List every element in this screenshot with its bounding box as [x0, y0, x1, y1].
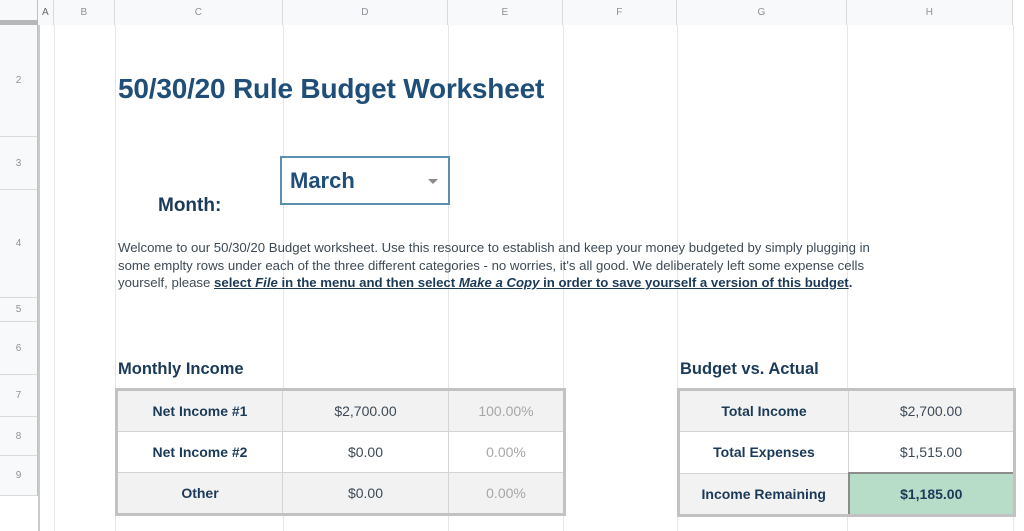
intro-italic-file: File — [255, 275, 278, 290]
column-header-d[interactable]: D — [283, 0, 448, 25]
grid-area[interactable]: 50/30/20 Rule Budget Worksheet Month: Ma… — [38, 25, 1024, 531]
income-amount-cell[interactable]: $0.00 — [282, 431, 449, 473]
income-label-cell[interactable]: Net Income #1 — [116, 389, 283, 432]
row-header-7[interactable]: 7 — [0, 375, 38, 417]
income-amount-cell[interactable]: $0.00 — [282, 472, 449, 515]
row-header-2[interactable]: 2 — [0, 25, 38, 137]
column-header-c[interactable]: C — [115, 0, 283, 25]
intro-line-2: some emplty rows under each of the three… — [118, 257, 865, 273]
month-dropdown-value: March — [290, 167, 355, 193]
row-header-8[interactable]: 8 — [0, 417, 38, 456]
chevron-down-icon[interactable] — [428, 179, 438, 184]
budget-label-cell[interactable]: Total Income — [678, 389, 849, 432]
income-label-cell[interactable]: Net Income #2 — [116, 431, 283, 473]
monthly-income-heading: Monthly Income — [118, 360, 244, 378]
table-row[interactable]: Net Income #2 $0.00 0.00% — [116, 431, 565, 473]
column-header-e[interactable]: E — [448, 0, 563, 25]
budget-vs-actual-table[interactable]: Total Income $2,700.00 Total Expenses $1,51… — [677, 388, 1016, 517]
table-row[interactable]: Other $0.00 0.00% — [116, 472, 565, 515]
column-header-f[interactable]: F — [563, 0, 677, 25]
intro-period: . — [848, 275, 853, 290]
income-amount-cell[interactable]: $2,700.00 — [282, 389, 449, 432]
intro-line-1: Welcome to our 50/30/20 Budget worksheet… — [118, 240, 870, 255]
row-header-4[interactable]: 4 — [0, 190, 38, 298]
table-row[interactable]: Net Income #1 $2,700.00 100.00% — [116, 389, 565, 432]
income-percent-cell[interactable]: 100.00% — [448, 389, 565, 432]
column-header-row: ABCDEFGH — [38, 0, 1013, 25]
intro-bold-select: select — [214, 275, 256, 290]
select-all-corner[interactable] — [0, 0, 38, 20]
table-row[interactable]: Income Remaining $1,185.00 — [678, 472, 1016, 517]
row-header-3[interactable]: 3 — [0, 137, 38, 190]
table-row[interactable]: Total Income $2,700.00 — [678, 389, 1015, 432]
row-header-6[interactable]: 6 — [0, 322, 38, 375]
intro-line-3: yourself, please select File in the menu… — [118, 275, 853, 290]
row-header-9[interactable]: 9 — [0, 456, 38, 496]
column-header-g[interactable]: G — [677, 0, 847, 25]
row-header-5[interactable]: 5 — [0, 298, 38, 322]
month-label: Month: — [158, 195, 222, 216]
grid-line — [38, 25, 40, 531]
income-percent-cell[interactable]: 0.00% — [448, 472, 565, 515]
income-percent-cell[interactable]: 0.00% — [448, 431, 565, 473]
column-header-a[interactable]: A — [38, 0, 54, 25]
budget-amount-cell[interactable]: $2,700.00 — [848, 389, 1015, 432]
budget-label-cell[interactable]: Total Expenses — [678, 431, 849, 474]
budget-amount-cell[interactable]: $1,515.00 — [848, 431, 1015, 474]
intro-paragraph: Welcome to our 50/30/20 Budget worksheet… — [118, 239, 1024, 292]
budget-vs-actual-heading: Budget vs. Actual — [680, 360, 819, 378]
monthly-income-table[interactable]: Net Income #1 $2,700.00 100.00% Net Income … — [115, 388, 566, 516]
budget-label-cell[interactable]: Income Remaining — [678, 472, 849, 516]
grid-line — [54, 25, 55, 531]
intro-bold-tail: in order to save yourself a version of t… — [539, 275, 849, 290]
column-header-h[interactable]: H — [847, 0, 1013, 25]
table-row[interactable]: Total Expenses $1,515.00 — [678, 431, 1015, 474]
intro-bold-menu: in the menu and then select — [277, 275, 459, 290]
intro-italic-make-a-copy: Make a Copy — [458, 275, 540, 290]
income-label-cell[interactable]: Other — [116, 472, 283, 515]
income-remaining-value-cell[interactable]: $1,185.00 — [847, 472, 1016, 517]
column-header-b[interactable]: B — [54, 0, 115, 25]
row-header-column: 23456789 — [0, 25, 38, 496]
spreadsheet-canvas: ABCDEFGH 23456789 50/30/20 Rule Budget W… — [0, 0, 1024, 531]
month-dropdown[interactable]: March — [280, 156, 450, 205]
page-title: 50/30/20 Rule Budget Worksheet — [118, 73, 545, 104]
